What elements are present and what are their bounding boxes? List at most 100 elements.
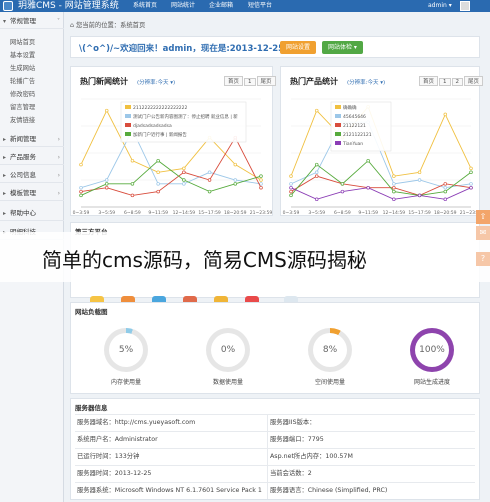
- sidebar-item-messages[interactable]: 留言管理: [10, 102, 35, 111]
- gauge-value: 100%: [415, 333, 449, 367]
- data-point: [130, 193, 135, 198]
- data-point: [366, 158, 370, 163]
- legend-label: 测试门户公告新内容图测了：停止招聘 就业信息 | 新: [133, 113, 238, 120]
- app-title: 玥雅CMS - 网站管理系统: [18, 1, 119, 11]
- gauge-label: 数据使用量: [212, 379, 243, 386]
- caret-right-icon: ▸: [3, 190, 7, 197]
- data-point: [104, 178, 109, 182]
- sidebar-group-general[interactable]: ▾ 常规管理 ˅: [0, 14, 64, 29]
- info-cell: 服务器时间：2013-12-25: [77, 470, 152, 477]
- info-cell: 服务器IIS版本：: [267, 415, 316, 431]
- data-point: [392, 197, 396, 202]
- data-point: [340, 182, 345, 186]
- info-row: 服务器域名：http://cms.yueyasoft.com 服务器IIS版本：: [75, 414, 475, 431]
- sidebar-item-links[interactable]: 友情链接: [10, 115, 35, 124]
- user-menu[interactable]: admin ▾: [428, 0, 452, 12]
- data-point: [469, 166, 473, 171]
- data-point: [289, 189, 293, 194]
- site-settings-button[interactable]: 网站设置: [280, 41, 317, 54]
- load-title: 网站负载图: [75, 308, 108, 316]
- legend-swatch: [125, 123, 131, 127]
- info-row: 服务器系统：Microsoft Windows NT 6.1.7601 Serv…: [75, 482, 475, 499]
- data-point: [443, 182, 448, 186]
- legend-label: 确确确: [343, 104, 357, 111]
- avatar[interactable]: [460, 1, 470, 11]
- breadcrumb: ⌂ 您当前的位置：系统首页: [70, 22, 146, 29]
- data-point: [469, 170, 473, 175]
- sidebar-item-settings[interactable]: 基本设置: [10, 50, 35, 59]
- data-point: [130, 182, 135, 186]
- sidebar-group-templates[interactable]: ▸ 模板管理 ›: [0, 186, 64, 201]
- gauge-4: 100%: [410, 328, 454, 372]
- legend-label: 加新门户近行事 | 新闻报告: [133, 131, 187, 138]
- data-point: [156, 170, 160, 175]
- tick-label: 12~14:59: [383, 210, 406, 216]
- data-point: [417, 193, 422, 198]
- nav-sms[interactable]: 短信平台: [248, 0, 272, 12]
- nav-home[interactable]: 系统首页: [133, 0, 157, 12]
- data-point: [259, 178, 263, 182]
- series-line: [290, 187, 472, 200]
- info-cell: 已运行时间：133分钟: [77, 453, 140, 460]
- sidebar-item-home[interactable]: 网站首页: [10, 37, 35, 46]
- data-point: [79, 162, 83, 167]
- gauge-1: 5%: [104, 328, 148, 372]
- data-point: [314, 170, 319, 175]
- tick-label: 21~23:59: [250, 210, 273, 216]
- product-line-chart: 0~3:59 3~5:59 6~8:59 9~11:59 12~14:59 15~17:5…: [283, 98, 481, 216]
- float-help-icon[interactable]: ?: [476, 252, 490, 266]
- news-line-chart: 0~3:59 3~5:59 6~8:59 9~11:59 12~14:59 15~17:5…: [73, 98, 273, 216]
- site-check-button[interactable]: 网站体检 ▾: [322, 41, 363, 54]
- sidebar-item-password[interactable]: 修改密码: [10, 89, 35, 98]
- gauge-value: 5%: [109, 333, 143, 367]
- nav-stats[interactable]: 网站统计: [171, 0, 195, 12]
- server-title: 服务器信息: [75, 404, 108, 412]
- gauge-value: 8%: [313, 333, 347, 367]
- data-point: [233, 178, 238, 182]
- data-point: [443, 112, 448, 117]
- data-point: [392, 174, 396, 178]
- data-point: [289, 182, 293, 186]
- data-point: [443, 189, 448, 194]
- sidebar-group-news[interactable]: ▸ 新闻管理 ›: [0, 132, 64, 147]
- chevron-right-icon: ›: [57, 190, 60, 197]
- overlay-banner: 简单的cms源码，简易CMS源码揭秘: [0, 232, 490, 282]
- legend-label: 21122121: [343, 123, 366, 129]
- welcome-text: \(^o^)/~欢迎回来！admin，现在是:2013-12-25 09:56: [79, 44, 315, 54]
- data-point: [156, 189, 160, 194]
- sidebar-item-banner[interactable]: 轮播广告: [10, 76, 35, 85]
- chevron-right-icon: ›: [57, 136, 60, 143]
- sidebar-item-generate[interactable]: 生成网站: [10, 63, 35, 72]
- caret-right-icon: ▸: [3, 210, 7, 217]
- info-cell: 服务器端口：7795: [267, 432, 324, 448]
- data-point: [392, 182, 396, 186]
- data-point: [79, 189, 83, 194]
- sidebar-group-products[interactable]: ▸ 产品服务 ›: [0, 150, 64, 165]
- info-cell: 系统用户名：Administrator: [77, 436, 158, 443]
- data-point: [182, 182, 186, 186]
- chevron-down-icon: ˅: [57, 18, 60, 25]
- data-point: [366, 185, 370, 190]
- float-top-icon[interactable]: ⇧: [476, 210, 490, 224]
- data-point: [314, 162, 319, 167]
- tick-label: 18~20:59: [434, 210, 457, 216]
- data-point: [443, 197, 448, 202]
- nav-mail[interactable]: 企业邮箱: [209, 0, 233, 12]
- data-point: [314, 108, 319, 113]
- sidebar-group-help[interactable]: ▸ 帮助中心: [0, 206, 64, 221]
- info-row: 系统用户名：Administrator 服务器端口：7795: [75, 431, 475, 448]
- data-point: [130, 158, 135, 163]
- tick-label: 15~17:59: [198, 210, 221, 216]
- gauge-label: 内存使用量: [110, 379, 141, 386]
- legend-label: TianYuan: [342, 141, 363, 147]
- data-point: [233, 162, 238, 167]
- data-point: [289, 185, 293, 190]
- data-point: [104, 182, 109, 186]
- info-row: 已运行时间：133分钟 Asp.net所占内存：100.57M: [75, 448, 475, 465]
- data-point: [259, 185, 263, 190]
- tick-label: 18~20:59: [224, 210, 247, 216]
- legend-swatch: [125, 105, 131, 109]
- data-point: [469, 185, 473, 190]
- sidebar-group-company[interactable]: ▸ 公司信息 ›: [0, 168, 64, 183]
- float-chat-icon[interactable]: ✉: [476, 226, 490, 240]
